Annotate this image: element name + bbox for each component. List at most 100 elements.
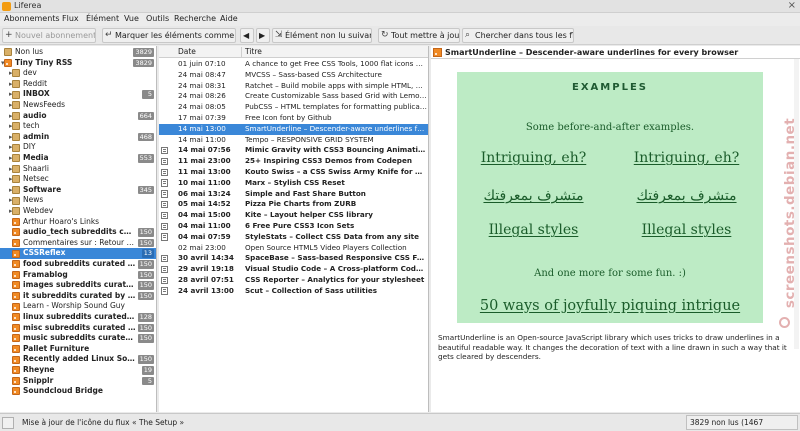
item-row[interactable]: 30 avril 14:34 SpaceBase – Sass-based Res… <box>159 253 428 264</box>
close-icon[interactable]: × <box>788 0 796 11</box>
rss-icon <box>12 249 20 258</box>
feed-row[interactable]: Pallet Furniture <box>0 344 156 355</box>
article-title[interactable]: SmartUnderline – Descender-aware underli… <box>445 48 738 57</box>
menu-flux[interactable]: Flux <box>62 14 79 23</box>
feed-row[interactable]: ▸ admin 468 <box>0 131 156 143</box>
item-row[interactable]: 06 mai 13:24 Simple and Fast Share Button <box>159 189 428 200</box>
feed-row[interactable]: misc subreddits curated b... 150 <box>0 323 156 334</box>
rss-icon <box>12 270 20 279</box>
item-row[interactable]: 24 mai 08:31 Ratchet – Build mobile apps … <box>159 81 428 92</box>
new-subscription-button[interactable]: + Nouvel abonnement... <box>2 28 96 43</box>
feed-row[interactable]: ▸ INBOX 5 <box>0 89 156 100</box>
item-row[interactable]: 14 mai 07:56 Mimic Gravity with CSS3 Boun… <box>159 145 428 156</box>
menu-element[interactable]: Élément <box>86 14 119 23</box>
item-row[interactable]: 24 avril 13:00 Scut – Collection of Sass … <box>159 286 428 297</box>
item-row[interactable]: 01 juin 07:10 A chance to get Free CSS To… <box>159 59 428 70</box>
unread-count-badge: 5 <box>142 376 154 386</box>
feed-row[interactable]: food subreddits curated by... 150 <box>0 259 156 270</box>
update-all-button[interactable]: ↻ Tout mettre à jour <box>378 28 460 43</box>
refresh-icon: ↻ <box>381 30 389 40</box>
feed-row[interactable]: music subreddits curated by...150 <box>0 333 156 344</box>
menu-aide[interactable]: Aide <box>220 14 238 23</box>
feed-row[interactable]: ▸ tech <box>0 121 156 132</box>
item-row[interactable]: 02 mai 23:00 Open Source HTML5 Video Play… <box>159 242 428 254</box>
feed-row[interactable]: Non lus 3829 <box>0 47 156 58</box>
item-date: 05 mai 14:52 <box>178 199 231 209</box>
search-all-button[interactable]: ⌕ Chercher dans tous les flux ... <box>462 28 574 43</box>
feed-name: News <box>23 195 44 205</box>
item-row[interactable]: 04 mai 07:59 StyleStats – Collect CSS Dat… <box>159 232 428 243</box>
folder-icon <box>12 143 20 152</box>
item-row[interactable]: 14 mai 11:00 Tempo – RESPONSIVE GRID SYST… <box>159 135 428 146</box>
unread-count-badge: 150 <box>137 228 154 237</box>
item-row[interactable]: 29 avril 19:18 Visual Studio Code – A Cro… <box>159 264 428 275</box>
item-title: Open Source HTML5 Video Players Collecti… <box>245 242 407 252</box>
feed-row[interactable]: ▸ audio 664 <box>0 111 156 122</box>
feed-row[interactable]: ▸ dev <box>0 68 156 79</box>
feed-row[interactable]: ▸ DIY <box>0 142 156 153</box>
folder-icon <box>12 122 20 131</box>
feed-row[interactable]: ▸ Shaarli <box>0 164 156 175</box>
feed-row[interactable]: Snipplr 5 <box>0 376 156 387</box>
feed-row[interactable]: Recently added Linux Soft... 150 <box>0 354 156 365</box>
feed-row[interactable]: Commentaires sur : Retour s... 150 <box>0 238 156 249</box>
feed-row[interactable]: ▸ Webdev <box>0 206 156 217</box>
feed-row[interactable]: ▾ Tiny Tiny RSS 3829 <box>0 58 156 69</box>
feed-row[interactable]: ▸ Reddit <box>0 79 156 90</box>
unread-state-icon <box>161 276 168 284</box>
item-row[interactable]: 04 mai 11:00 6 Free Pure CSS3 Icon Sets <box>159 221 428 232</box>
unread-count-status: 3829 non lus (1467 nouveaux) <box>686 415 798 430</box>
menu-recherche[interactable]: Recherche <box>174 14 216 23</box>
item-title: Marx – Stylish CSS Reset <box>245 177 345 187</box>
menu-abonnements[interactable]: Abonnements <box>4 14 60 23</box>
item-row[interactable]: 24 mai 08:47 MVCSS – Sass-based CSS Archi… <box>159 70 428 81</box>
feed-row[interactable]: Arthur Hoaro's Links <box>0 217 156 228</box>
item-row[interactable]: 17 mai 07:39 Free Icon font by Github <box>159 113 428 124</box>
rss-icon <box>12 334 20 343</box>
item-row[interactable]: 10 mai 11:00 Marx – Stylish CSS Reset <box>159 177 428 189</box>
next-button[interactable]: ▶ <box>256 28 270 43</box>
feed-row[interactable]: ▸ Media 553 <box>0 153 156 164</box>
feed-row[interactable]: audio_tech subreddits curated by...150 <box>0 227 156 238</box>
feed-row[interactable]: ▸ Netsec <box>0 174 156 185</box>
feed-row[interactable]: images subreddits curated by...150 <box>0 280 156 291</box>
previous-button[interactable]: ◀ <box>240 28 254 43</box>
folder-icon <box>12 207 20 216</box>
feed-name: admin <box>23 131 50 141</box>
feed-row[interactable]: ▸ NewsFeeds <box>0 100 156 111</box>
item-row[interactable]: 11 mai 13:00 Kouto Swiss – a CSS Swiss Ar… <box>159 167 428 178</box>
feed-row[interactable]: Learn - Worship Sound Guy <box>0 301 156 312</box>
feed-row[interactable]: Framablog 150 <box>0 270 156 281</box>
item-date: 04 mai 11:00 <box>178 221 231 230</box>
item-date: 14 mai 07:56 <box>178 145 231 155</box>
column-title[interactable]: Titre <box>245 46 262 58</box>
item-row[interactable]: 04 mai 15:00 Kite – Layout helper CSS lib… <box>159 210 428 221</box>
feed-row[interactable]: Rheyne 19 <box>0 365 156 376</box>
menu-vue[interactable]: Vue <box>124 14 139 23</box>
mark-all-read-button[interactable]: ↵ Marquer les éléments comme lus <box>102 28 236 43</box>
feed-name: Learn - Worship Sound Guy <box>23 301 125 311</box>
item-row[interactable]: 14 mai 13:00 SmartUnderline – Descender-a… <box>159 123 428 135</box>
next-unread-button[interactable]: ⇲ Élément non lu suivant <box>272 28 372 43</box>
item-row[interactable]: 28 avril 07:51 CSS Reporter – Analytics f… <box>159 275 428 286</box>
title-bar: Liferea × <box>0 0 800 13</box>
column-date[interactable]: Date <box>178 46 196 58</box>
rss-icon <box>4 58 12 67</box>
item-row[interactable]: 24 mai 08:05 PubCSS – HTML templates for … <box>159 102 428 113</box>
item-row[interactable]: 24 mai 08:26 Create Customizable Sass bas… <box>159 91 428 102</box>
feed-row[interactable]: CSSReflex 13 <box>0 248 156 259</box>
unread-count-badge: 128 <box>137 313 154 322</box>
item-row[interactable]: 05 mai 14:52 Pizza Pie Charts from ZURB <box>159 199 428 210</box>
example-before-arabic: متشرف بمعرفتك <box>483 188 584 204</box>
feed-row[interactable]: ▸ News <box>0 195 156 206</box>
column-separator <box>241 47 242 57</box>
feed-row[interactable]: linux subreddits curated by... 128 <box>0 312 156 323</box>
item-row[interactable]: 11 mai 23:00 25+ Inspiring CSS3 Demos fro… <box>159 156 428 167</box>
feed-row[interactable]: it subreddits curated by /u/... 150 <box>0 291 156 302</box>
folder-icon <box>4 48 12 57</box>
feed-row[interactable]: Soundcloud Bridge <box>0 386 156 397</box>
feed-row[interactable]: ▸ Software 345 <box>0 185 156 196</box>
feed-name: DIY <box>23 142 36 152</box>
menu-outils[interactable]: Outils <box>146 14 169 23</box>
item-date: 02 mai 23:00 <box>178 242 226 252</box>
